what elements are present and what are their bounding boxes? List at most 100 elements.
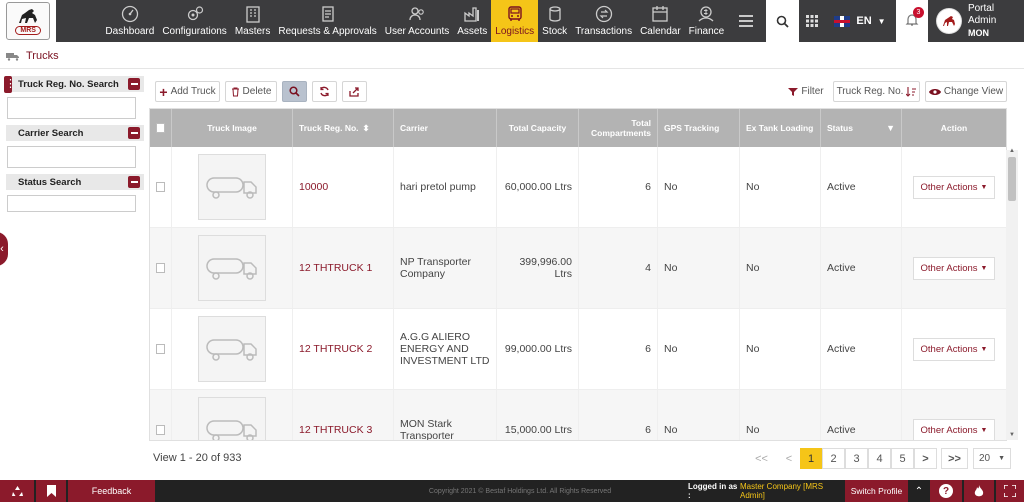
next-page-button[interactable]: > [914, 448, 937, 469]
page-2-button[interactable]: 2 [822, 448, 845, 469]
change-view-button[interactable]: Change View [925, 81, 1007, 102]
help-button[interactable]: ? [930, 480, 962, 502]
nav-item-transactions[interactable]: Transactions [571, 0, 636, 42]
status-search-input[interactable] [7, 195, 136, 212]
truck-reg-cell[interactable]: 12 THTRUCK 1 [293, 228, 394, 308]
nav-item-label: Dashboard [105, 26, 155, 37]
nav-item-masters[interactable]: Masters [231, 0, 275, 42]
column-header-status[interactable]: Status ▼ [821, 109, 902, 147]
column-header-label: Truck Reg. No. [299, 123, 359, 133]
sort-by-reg-button[interactable]: Truck Reg. No. [833, 81, 920, 102]
grid-scrollbar[interactable]: ▲ ▼ [1006, 148, 1018, 440]
nav-item-stock[interactable]: Stock [538, 0, 571, 42]
nav-item-user-accounts[interactable]: User Accounts [381, 0, 453, 42]
row-checkbox[interactable] [156, 182, 165, 192]
panel-drag-handle[interactable] [4, 76, 16, 93]
uk-flag-icon [834, 15, 851, 27]
nav-item-logistics[interactable]: Logistics [491, 0, 539, 42]
user-profile-menu[interactable]: Portal Admin MON [928, 0, 1024, 42]
filter-icon[interactable]: ▼ [886, 123, 895, 133]
truck-placeholder-image[interactable] [198, 235, 266, 301]
column-header-total-compartments[interactable]: Total Compartments [579, 109, 658, 147]
nav-item-dashboard[interactable]: Dashboard [101, 0, 158, 42]
column-header-ex-tank-loading[interactable]: Ex Tank Loading [740, 109, 821, 147]
column-header-label: Ex Tank Loading [746, 123, 814, 133]
caret-down-icon: ▼ [980, 345, 988, 353]
notifications-button[interactable]: 3 [895, 0, 929, 42]
collapse-minus-icon[interactable] [128, 176, 140, 188]
page-4-button[interactable]: 4 [868, 448, 891, 469]
bookmark-button[interactable] [36, 480, 66, 502]
nav-item-assets[interactable]: Assets [453, 0, 491, 42]
feedback-button[interactable]: Feedback [68, 480, 155, 502]
truck-placeholder-image[interactable] [198, 397, 266, 440]
nav-item-calendar[interactable]: Calendar [636, 0, 685, 42]
trucks-grid: Truck Image Truck Reg. No. ⬍ Carrier Tota… [149, 108, 1007, 441]
truck-image-cell [172, 309, 293, 389]
column-header-total-capacity[interactable]: Total Capacity [497, 109, 579, 147]
row-checkbox[interactable] [156, 263, 165, 273]
chevron-up-button[interactable]: ⌃ [909, 480, 929, 502]
nav-item-finance[interactable]: Finance [685, 0, 729, 42]
first-page-button[interactable]: << [748, 448, 775, 469]
scrollbar-thumb[interactable] [1008, 157, 1016, 201]
column-header-truck-image[interactable]: Truck Image [172, 109, 293, 147]
truck-reg-cell[interactable]: 10000 [293, 147, 394, 227]
table-row[interactable]: 12 THTRUCK 3 MON Stark Transporter 15,00… [150, 390, 1006, 440]
select-all-checkbox[interactable] [156, 123, 165, 133]
switch-profile-button[interactable]: Switch Profile [845, 480, 908, 502]
user-company: MON [967, 28, 989, 38]
scroll-down-arrow-icon[interactable]: ▼ [1009, 432, 1015, 438]
scroll-up-arrow-icon[interactable]: ▲ [1009, 148, 1015, 154]
page-1-button[interactable]: 1 [800, 448, 822, 469]
truck-reg-search-input[interactable] [7, 97, 136, 119]
row-checkbox[interactable] [156, 425, 165, 435]
caret-down-icon: ▼ [980, 264, 988, 272]
add-truck-button[interactable]: + Add Truck [155, 81, 220, 102]
page-size-select[interactable]: 20 ▼ [973, 448, 1011, 469]
table-row[interactable]: 12 THTRUCK 1 NP Transporter Company 399,… [150, 228, 1006, 309]
page-5-button[interactable]: 5 [891, 448, 914, 469]
other-actions-button[interactable]: Other Actions ▼ [912, 256, 996, 280]
export-button[interactable] [342, 81, 367, 102]
truck-reg-cell[interactable]: 12 THTRUCK 3 [293, 390, 394, 440]
recycle-button[interactable] [0, 480, 34, 502]
column-header-gps-tracking[interactable]: GPS Tracking [658, 109, 740, 147]
column-header-carrier[interactable]: Carrier [394, 109, 497, 147]
row-checkbox[interactable] [156, 344, 165, 354]
last-page-button[interactable]: >> [941, 448, 968, 469]
search-grid-button[interactable] [282, 81, 307, 102]
document-icon [321, 6, 334, 22]
filter-button[interactable]: Filter [784, 81, 828, 102]
nav-item-configurations[interactable]: Configurations [158, 0, 230, 42]
other-actions-button[interactable]: Other Actions ▼ [912, 337, 996, 361]
search-button[interactable] [765, 0, 799, 42]
hamburger-menu-button[interactable] [734, 0, 758, 42]
truck-placeholder-image[interactable] [198, 316, 266, 382]
other-actions-button[interactable]: Other Actions ▼ [912, 418, 996, 440]
fire-button[interactable] [964, 480, 994, 502]
prev-page-button[interactable]: < [778, 448, 800, 469]
other-actions-button[interactable]: Other Actions ▼ [912, 175, 996, 199]
collapse-minus-icon[interactable] [128, 78, 140, 90]
nav-item-label: Logistics [495, 26, 535, 37]
language-selector[interactable]: EN ▼ [824, 0, 896, 42]
refresh-button[interactable] [312, 81, 337, 102]
apps-grid-button[interactable] [799, 0, 825, 42]
delete-button[interactable]: Delete [225, 81, 277, 102]
footer-bar: Feedback Copyright 2021 © Bestaf Holding… [0, 480, 1024, 502]
truck-reg-cell[interactable]: 12 THTRUCK 2 [293, 309, 394, 389]
collapse-minus-icon[interactable] [128, 127, 140, 139]
page-3-button[interactable]: 3 [845, 448, 868, 469]
truck-placeholder-image[interactable] [198, 154, 266, 220]
nav-item-requests-approvals[interactable]: Requests & Approvals [274, 0, 380, 42]
table-row[interactable]: 12 THTRUCK 2 A.G.G ALIERO ENERGY AND INV… [150, 309, 1006, 390]
column-header-truck-reg-no[interactable]: Truck Reg. No. ⬍ [293, 109, 394, 147]
tanker-truck-icon [206, 177, 257, 199]
company-logo[interactable]: MRS [0, 0, 57, 42]
other-actions-label: Other Actions [920, 262, 978, 274]
fire-icon [974, 484, 984, 496]
carrier-search-input[interactable] [7, 146, 136, 168]
fullscreen-button[interactable] [996, 480, 1024, 502]
table-row[interactable]: 10000 hari pretol pump 60,000.00 Ltrs 6 … [150, 147, 1006, 228]
